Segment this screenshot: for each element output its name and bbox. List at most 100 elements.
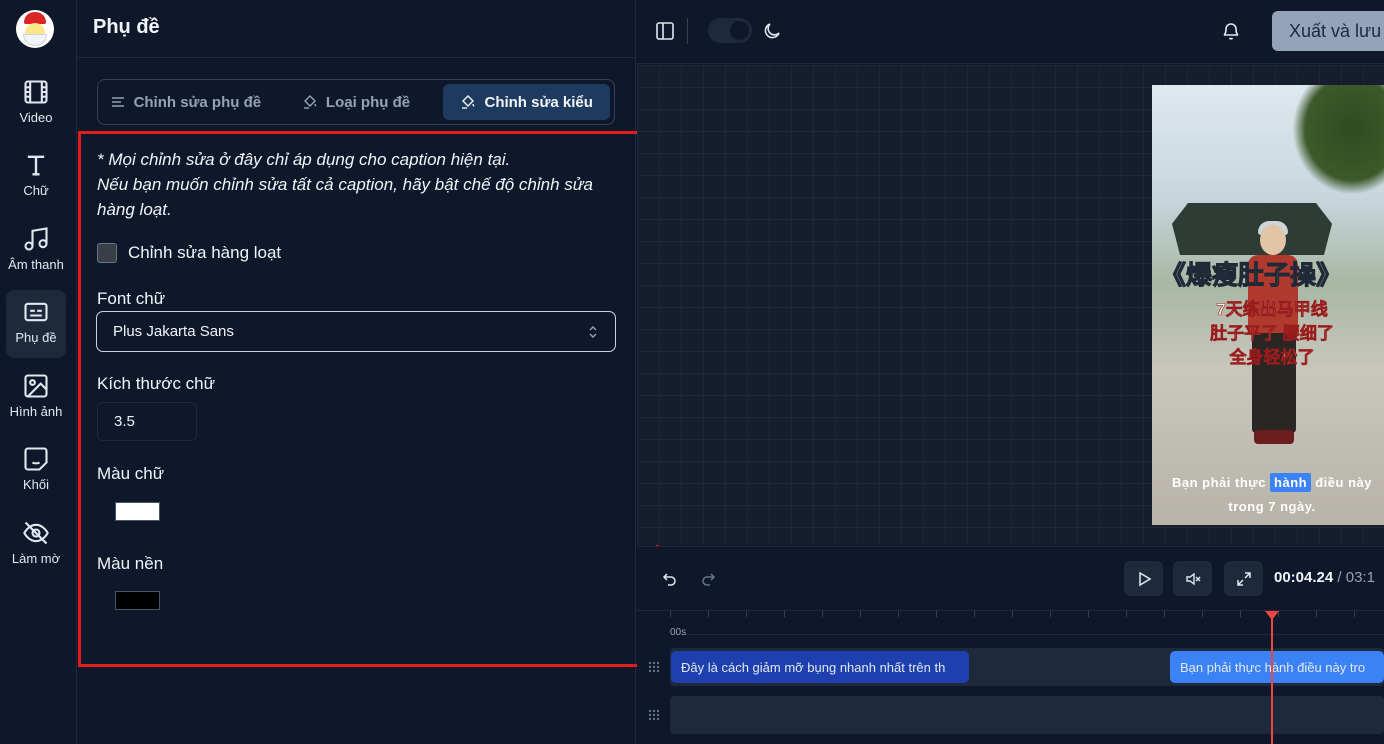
rail-label: Khối [22, 477, 50, 492]
subtitles-icon [24, 302, 48, 322]
image-icon [24, 374, 48, 398]
subtitle-track: Đây là cách giảm mỡ bụng nhanh nhất trên… [670, 648, 1384, 686]
rail-item-text[interactable]: Chữ [6, 143, 66, 211]
drag-handle-icon[interactable] [647, 660, 661, 674]
bg-color-swatch[interactable] [115, 591, 160, 610]
paint-bucket-icon [303, 95, 317, 109]
timecode: 00:04.24 / 03:1 [1274, 569, 1375, 586]
subtitle-panel: Phụ đề Chỉnh sửa phụ đề Loại phụ đề Chỉn… [77, 0, 659, 744]
logo-beard [23, 34, 47, 46]
text-color-swatch[interactable] [115, 502, 160, 521]
rail-item-subtitles[interactable]: Phụ đề [6, 290, 66, 358]
redo-icon[interactable] [701, 571, 717, 587]
undo-icon[interactable] [661, 571, 677, 587]
rail-label: Âm thanh [8, 257, 64, 272]
drag-handle-icon[interactable] [647, 708, 661, 722]
person-shoes [1254, 430, 1294, 444]
sticker-icon [24, 447, 48, 471]
preview-canvas: 《爆瘦肚子操》 7天练出马甲线 肚子平了 腰细了 全身轻松了 Bạn phải … [637, 65, 1384, 545]
person-head [1260, 225, 1286, 255]
rail-label: Video [19, 110, 53, 125]
timeline: 00s Đây là cách giảm mỡ bụng nhanh nhất … [637, 610, 1384, 744]
video-title-overlay: 《爆瘦肚子操》 [1159, 260, 1343, 291]
moon-icon [764, 23, 780, 39]
app-logo[interactable] [16, 10, 54, 48]
preview-tree [1292, 85, 1384, 195]
theme-toggle[interactable] [708, 18, 752, 43]
export-save-button[interactable]: Xuất và lưu [1272, 11, 1384, 51]
bulk-edit-label: Chỉnh sửa hàng loạt [128, 243, 282, 262]
ruler-start-label: 00s [670, 627, 687, 638]
align-left-icon [111, 97, 124, 107]
text-color-label: Màu chữ [97, 464, 165, 483]
bulk-edit-row[interactable]: Chỉnh sửa hàng loạt [97, 243, 281, 263]
tab-subtitle-type[interactable]: Loại phụ đề [273, 84, 440, 120]
rail-item-video[interactable]: Video [6, 70, 66, 138]
font-size-label: Kích thước chữ [97, 374, 216, 393]
play-button[interactable] [1124, 561, 1163, 596]
rail-item-shapes[interactable]: Khối [6, 437, 66, 505]
video-caption[interactable]: Bạn phải thực hành điều này trong 7 ngày… [1152, 471, 1384, 519]
bg-color-label: Màu nền [97, 554, 164, 573]
clip-text: Đây là cách giảm mỡ bụng nhanh nhất trên… [681, 659, 946, 675]
paint-bucket-icon [462, 95, 475, 109]
font-select[interactable]: Plus Jakarta Sans [96, 311, 616, 352]
chevron-up-down-icon [589, 325, 597, 338]
rail-label: Phụ đề [15, 330, 57, 345]
tab-label: Chỉnh sửa phụ đề [133, 93, 262, 111]
mute-button[interactable] [1173, 561, 1212, 596]
rail-item-image[interactable]: Hình ảnh [6, 364, 66, 432]
caption-after: điều này [1315, 475, 1372, 490]
rail-item-blur[interactable]: Làm mờ [6, 511, 66, 579]
caption-line-1: Bạn phải thực hành điều này [1152, 471, 1384, 495]
bulk-edit-checkbox[interactable] [97, 243, 117, 263]
music-icon [24, 227, 48, 251]
toggle-knob [730, 21, 749, 40]
eye-off-icon [23, 521, 49, 545]
caption-highlight-word: hành [1270, 473, 1312, 492]
font-size-input[interactable]: 3.5 [97, 402, 197, 441]
panel-title: Phụ đề [93, 16, 160, 38]
rail-label: Chữ [23, 183, 49, 198]
video-subline-2: 肚子平了 腰细了 [1210, 324, 1334, 344]
expand-icon [1236, 571, 1251, 586]
sidebar-toggle-icon[interactable] [654, 20, 676, 42]
film-icon [24, 80, 48, 104]
style-note: * Mọi chỉnh sửa ở đây chỉ áp dụng cho ca… [97, 147, 627, 222]
volume-mute-icon [1185, 572, 1200, 585]
caption-line-2: trong 7 ngày. [1228, 499, 1316, 514]
time-separator: / [1337, 569, 1346, 586]
video-subline-3: 全身轻松了 [1229, 348, 1315, 368]
panel-header: Phụ đề [77, 0, 635, 58]
font-select-value: Plus Jakarta Sans [113, 323, 234, 340]
tab-label: Chỉnh sửa kiểu [484, 93, 593, 111]
video-subline-1: 7天练出马甲线 [1216, 300, 1328, 320]
rail-item-audio[interactable]: Âm thanh [6, 217, 66, 285]
playhead[interactable] [1271, 611, 1273, 744]
font-label: Font chữ [97, 289, 166, 308]
tab-edit-subtitles[interactable]: Chỉnh sửa phụ đề [102, 84, 269, 120]
playback-controls: 00:04.24 / 03:1 [637, 546, 1384, 610]
subtitle-tabs: Chỉnh sửa phụ đề Loại phụ đề Chỉnh sửa k… [97, 79, 615, 125]
rail-label: Làm mờ [11, 551, 61, 566]
subtitle-clip[interactable]: Đây là cách giảm mỡ bụng nhanh nhất trên… [671, 651, 969, 683]
font-size-value: 3.5 [114, 413, 135, 430]
text-icon [27, 155, 45, 176]
time-current: 00:04.24 [1274, 569, 1334, 586]
left-tool-rail: Video Chữ Âm thanh Phụ đề Hình ảnh Khối … [0, 0, 77, 744]
time-total: 03:1 [1345, 569, 1375, 586]
note-line-1: * Mọi chỉnh sửa ở đây chỉ áp dụng cho ca… [97, 150, 511, 169]
bell-icon[interactable] [1220, 20, 1242, 42]
topbar-divider [687, 18, 688, 44]
note-line-2: Nếu bạn muốn chỉnh sửa tất cả caption, h… [97, 175, 593, 219]
fullscreen-button[interactable] [1224, 561, 1263, 596]
empty-track[interactable] [670, 696, 1384, 734]
tab-edit-style[interactable]: Chỉnh sửa kiểu [443, 84, 611, 120]
caption-before: Bạn phải thực [1172, 475, 1266, 490]
rail-label: Hình ảnh [9, 404, 63, 419]
video-preview[interactable]: 《爆瘦肚子操》 7天练出马甲线 肚子平了 腰细了 全身轻松了 Bạn phải … [1152, 85, 1384, 525]
subtitle-clip[interactable]: Bạn phải thực hành điều này tro [1170, 651, 1384, 683]
tab-label: Loại phụ đề [325, 93, 411, 111]
export-save-label: Xuất và lưu [1289, 20, 1382, 41]
play-icon [1138, 571, 1151, 586]
